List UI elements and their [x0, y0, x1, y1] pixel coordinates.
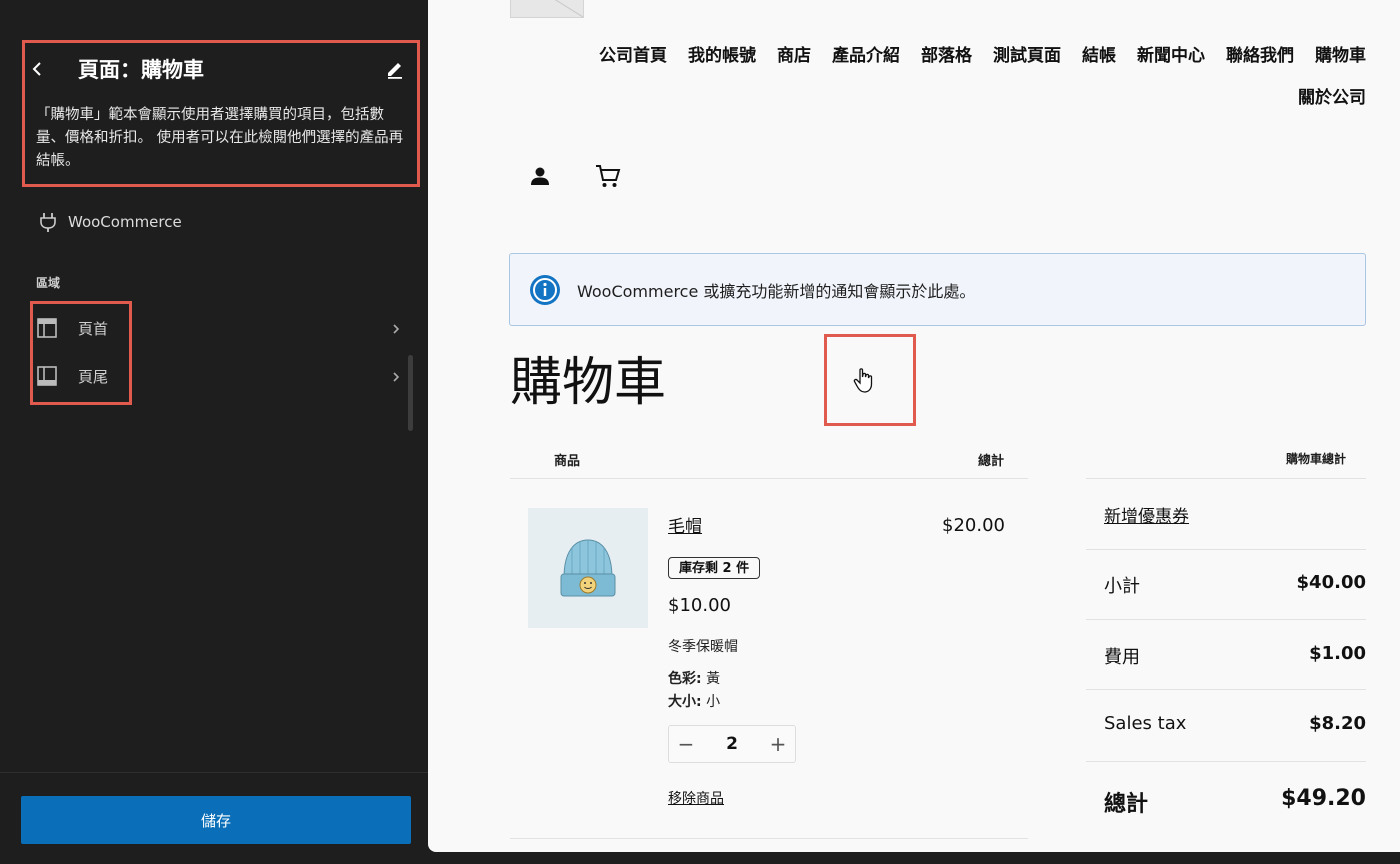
attribute-label: 色彩: — [668, 671, 702, 687]
table-header-divider — [510, 478, 1028, 479]
summary-row-subtotal: 小計 $40.00 — [1104, 572, 1366, 598]
summary-row-value: $1.00 — [1309, 643, 1366, 664]
area-item-header[interactable]: 頁首 — [36, 310, 402, 346]
attribute-label: 大小: — [668, 694, 702, 710]
chevron-right-icon — [390, 321, 402, 335]
product-description: 冬季保暖帽 — [668, 639, 738, 655]
notice-text: WooCommerce 或擴充功能新增的通知會顯示於此處。 — [577, 281, 976, 301]
summary-total-label: 總計 — [1104, 792, 1149, 817]
quantity-input[interactable]: 2 — [726, 734, 738, 754]
summary-divider — [1086, 619, 1366, 620]
summary-row-value: $40.00 — [1296, 572, 1366, 593]
nav-item-home[interactable]: 公司首頁 — [599, 42, 667, 70]
user-icon[interactable] — [528, 164, 552, 188]
attribute-value: 小 — [706, 694, 721, 710]
table-bottom-divider — [510, 838, 1028, 839]
sidebar-header: 頁面：購物車 — [0, 40, 428, 100]
areas-heading: 區域 — [36, 276, 61, 290]
area-item-label: 頁首 — [78, 319, 109, 338]
hand-pointer-icon — [852, 366, 876, 394]
line-total: $20.00 — [942, 515, 1005, 536]
nav-item-products[interactable]: 產品介紹 — [832, 42, 900, 70]
product-name-link[interactable]: 毛帽 — [668, 512, 702, 537]
product-attribute-color: 色彩: 黃 — [668, 668, 720, 688]
nav-item-about[interactable]: 關於公司 — [1298, 84, 1366, 112]
save-button[interactable]: 儲存 — [21, 796, 411, 844]
summary-row-label: 費用 — [1104, 647, 1140, 668]
nav-item-checkout[interactable]: 結帳 — [1082, 42, 1116, 70]
chevron-left-icon[interactable] — [28, 58, 46, 80]
site-navigation: 公司首頁 我的帳號 商店 產品介紹 部落格 測試頁面 結帳 新聞中心 聯絡我們 … — [546, 42, 1366, 112]
chevron-right-icon — [390, 369, 402, 383]
footer-layout-icon — [36, 365, 58, 387]
summary-row-tax: Sales tax $8.20 — [1104, 713, 1366, 734]
cart-totals-heading: 購物車總計 — [1285, 452, 1346, 466]
nav-item-shop[interactable]: 商店 — [777, 42, 811, 70]
nav-item-cart[interactable]: 購物車 — [1315, 42, 1366, 70]
plug-icon — [38, 210, 58, 234]
summary-divider — [1086, 549, 1366, 550]
product-attribute-size: 大小: 小 — [668, 691, 720, 711]
info-icon — [529, 274, 561, 306]
attribute-value: 黃 — [706, 671, 721, 687]
summary-total-value: $49.20 — [1281, 786, 1366, 811]
summary-divider — [1086, 478, 1366, 479]
decrement-button[interactable]: − — [669, 726, 703, 762]
area-item-label: 頁尾 — [78, 367, 109, 386]
nav-item-news[interactable]: 新聞中心 — [1137, 42, 1205, 70]
nav-item-my-account[interactable]: 我的帳號 — [688, 42, 756, 70]
nav-item-contact[interactable]: 聯絡我們 — [1226, 42, 1294, 70]
area-item-footer[interactable]: 頁尾 — [36, 358, 402, 394]
stock-badge: 庫存剩 2 件 — [668, 557, 761, 579]
cart-icon[interactable] — [594, 162, 622, 190]
summary-divider — [1086, 689, 1366, 690]
summary-row-label: Sales tax — [1104, 713, 1187, 734]
editor-canvas[interactable]: 公司首頁 我的帳號 商店 產品介紹 部落格 測試頁面 結帳 新聞中心 聯絡我們 … — [428, 0, 1400, 852]
header-layout-icon — [36, 317, 58, 339]
add-coupon-link[interactable]: 新增優惠券 — [1104, 502, 1189, 527]
column-header-total: 總計 — [978, 454, 1005, 469]
remove-item-link[interactable]: 移除商品 — [668, 788, 724, 808]
page-heading: 購物車 — [510, 353, 667, 413]
increment-button[interactable]: + — [761, 726, 795, 762]
template-description: 「購物車」範本會顯示使用者選擇購買的項目，包括數量、價格和折扣。 使用者可以在此… — [36, 107, 404, 169]
summary-row-total: 總計 $49.20 — [1104, 786, 1366, 818]
unit-price: $10.00 — [668, 595, 731, 616]
column-header-product: 商品 — [554, 454, 581, 469]
summary-row-fees: 費用 $1.00 — [1104, 643, 1366, 669]
product-image[interactable] — [528, 508, 648, 628]
summary-row-label: 小計 — [1104, 576, 1140, 597]
sidebar-scrollbar[interactable] — [408, 355, 413, 431]
summary-divider — [1086, 761, 1366, 762]
plugin-source: WooCommerce — [38, 208, 182, 236]
summary-row-value: $8.20 — [1309, 713, 1366, 734]
site-logo[interactable] — [510, 0, 584, 18]
plugin-label: WooCommerce — [68, 213, 182, 231]
editor-sidebar: 頁面：購物車 「購物車」範本會顯示使用者選擇購買的項目，包括數量、價格和折扣。 … — [0, 0, 428, 864]
store-notice: WooCommerce 或擴充功能新增的通知會顯示於此處。 — [509, 253, 1366, 326]
nav-item-test-page[interactable]: 測試頁面 — [993, 42, 1061, 70]
page-title: 頁面：購物車 — [78, 58, 204, 82]
footer-divider — [0, 772, 428, 773]
pencil-icon[interactable] — [384, 58, 406, 80]
nav-item-blog[interactable]: 部落格 — [921, 42, 972, 70]
quantity-stepper: − 2 + — [668, 725, 796, 763]
